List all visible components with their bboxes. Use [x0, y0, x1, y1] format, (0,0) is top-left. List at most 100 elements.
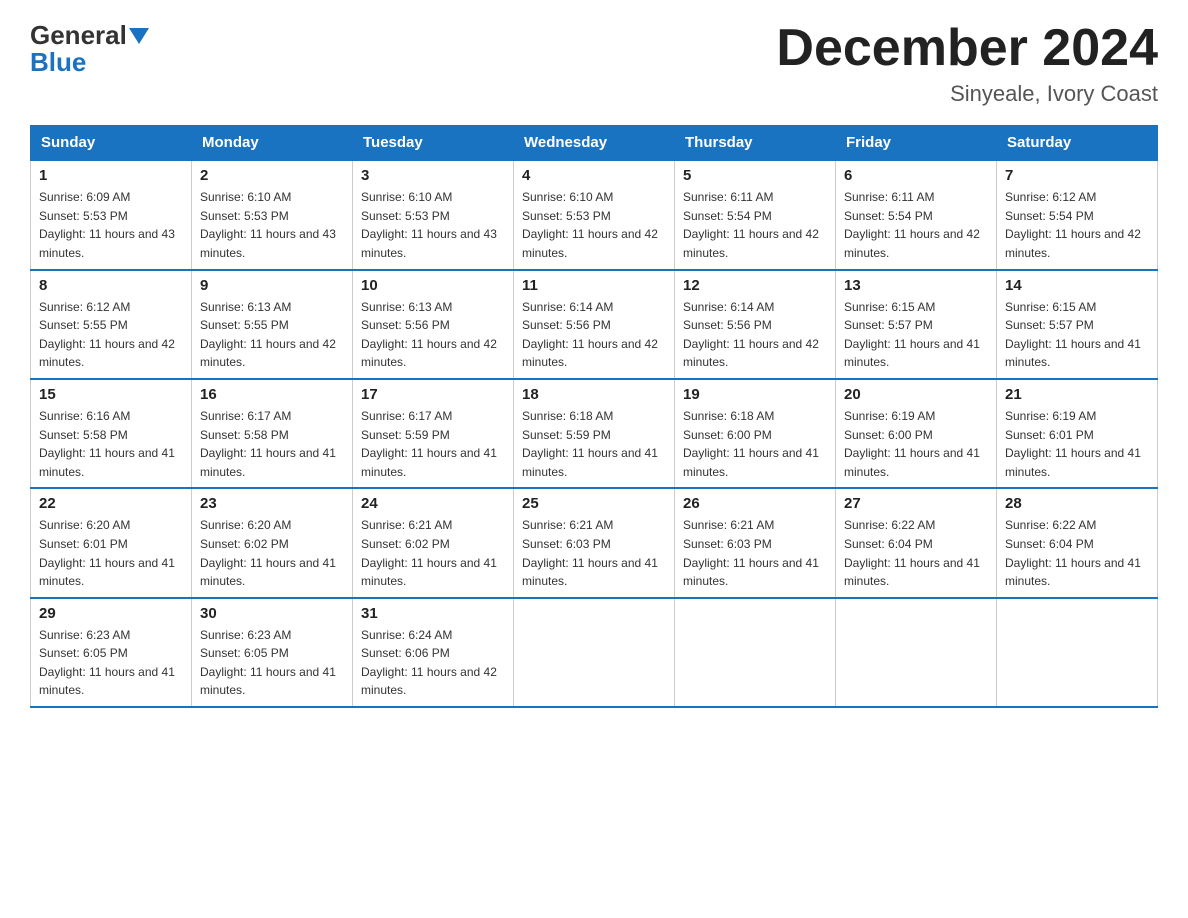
day-info: Sunrise: 6:22 AMSunset: 6:04 PMDaylight:… — [844, 516, 988, 590]
calendar-day-cell: 21 Sunrise: 6:19 AMSunset: 6:01 PMDaylig… — [997, 379, 1158, 488]
calendar-empty-cell — [997, 598, 1158, 707]
day-info: Sunrise: 6:18 AMSunset: 5:59 PMDaylight:… — [522, 407, 666, 481]
page-header: General Blue December 2024 Sinyeale, Ivo… — [30, 20, 1158, 107]
calendar-day-cell: 7 Sunrise: 6:12 AMSunset: 5:54 PMDayligh… — [997, 160, 1158, 269]
day-number: 13 — [844, 277, 988, 294]
calendar-day-cell: 3 Sunrise: 6:10 AMSunset: 5:53 PMDayligh… — [353, 160, 514, 269]
day-number: 28 — [1005, 495, 1149, 512]
logo-blue-text: Blue — [30, 47, 86, 78]
calendar-day-cell: 12 Sunrise: 6:14 AMSunset: 5:56 PMDaylig… — [675, 270, 836, 379]
day-number: 14 — [1005, 277, 1149, 294]
calendar-day-cell: 18 Sunrise: 6:18 AMSunset: 5:59 PMDaylig… — [514, 379, 675, 488]
calendar-week-row: 29 Sunrise: 6:23 AMSunset: 6:05 PMDaylig… — [31, 598, 1158, 707]
day-info: Sunrise: 6:23 AMSunset: 6:05 PMDaylight:… — [200, 626, 344, 700]
day-info: Sunrise: 6:19 AMSunset: 6:01 PMDaylight:… — [1005, 407, 1149, 481]
day-number: 10 — [361, 277, 505, 294]
page-subtitle: Sinyeale, Ivory Coast — [776, 81, 1158, 107]
calendar-day-cell: 23 Sunrise: 6:20 AMSunset: 6:02 PMDaylig… — [192, 488, 353, 597]
day-info: Sunrise: 6:11 AMSunset: 5:54 PMDaylight:… — [683, 188, 827, 262]
day-info: Sunrise: 6:16 AMSunset: 5:58 PMDaylight:… — [39, 407, 183, 481]
title-block: December 2024 Sinyeale, Ivory Coast — [776, 20, 1158, 107]
day-info: Sunrise: 6:21 AMSunset: 6:03 PMDaylight:… — [683, 516, 827, 590]
calendar-day-cell: 16 Sunrise: 6:17 AMSunset: 5:58 PMDaylig… — [192, 379, 353, 488]
calendar-header-thursday: Thursday — [675, 126, 836, 161]
day-number: 29 — [39, 605, 183, 622]
calendar-table: SundayMondayTuesdayWednesdayThursdayFrid… — [30, 125, 1158, 708]
calendar-day-cell: 9 Sunrise: 6:13 AMSunset: 5:55 PMDayligh… — [192, 270, 353, 379]
calendar-day-cell: 28 Sunrise: 6:22 AMSunset: 6:04 PMDaylig… — [997, 488, 1158, 597]
day-info: Sunrise: 6:17 AMSunset: 5:59 PMDaylight:… — [361, 407, 505, 481]
calendar-day-cell: 26 Sunrise: 6:21 AMSunset: 6:03 PMDaylig… — [675, 488, 836, 597]
day-number: 3 — [361, 167, 505, 184]
day-info: Sunrise: 6:09 AMSunset: 5:53 PMDaylight:… — [39, 188, 183, 262]
calendar-day-cell: 8 Sunrise: 6:12 AMSunset: 5:55 PMDayligh… — [31, 270, 192, 379]
calendar-day-cell: 11 Sunrise: 6:14 AMSunset: 5:56 PMDaylig… — [514, 270, 675, 379]
day-number: 1 — [39, 167, 183, 184]
calendar-day-cell: 4 Sunrise: 6:10 AMSunset: 5:53 PMDayligh… — [514, 160, 675, 269]
day-number: 7 — [1005, 167, 1149, 184]
day-info: Sunrise: 6:24 AMSunset: 6:06 PMDaylight:… — [361, 626, 505, 700]
calendar-week-row: 15 Sunrise: 6:16 AMSunset: 5:58 PMDaylig… — [31, 379, 1158, 488]
calendar-day-cell: 25 Sunrise: 6:21 AMSunset: 6:03 PMDaylig… — [514, 488, 675, 597]
day-number: 26 — [683, 495, 827, 512]
calendar-day-cell: 5 Sunrise: 6:11 AMSunset: 5:54 PMDayligh… — [675, 160, 836, 269]
day-info: Sunrise: 6:15 AMSunset: 5:57 PMDaylight:… — [844, 298, 988, 372]
calendar-header-tuesday: Tuesday — [353, 126, 514, 161]
calendar-day-cell: 2 Sunrise: 6:10 AMSunset: 5:53 PMDayligh… — [192, 160, 353, 269]
calendar-empty-cell — [514, 598, 675, 707]
day-info: Sunrise: 6:23 AMSunset: 6:05 PMDaylight:… — [39, 626, 183, 700]
day-info: Sunrise: 6:12 AMSunset: 5:54 PMDaylight:… — [1005, 188, 1149, 262]
calendar-day-cell: 20 Sunrise: 6:19 AMSunset: 6:00 PMDaylig… — [836, 379, 997, 488]
day-info: Sunrise: 6:20 AMSunset: 6:02 PMDaylight:… — [200, 516, 344, 590]
day-info: Sunrise: 6:10 AMSunset: 5:53 PMDaylight:… — [200, 188, 344, 262]
day-number: 30 — [200, 605, 344, 622]
day-number: 25 — [522, 495, 666, 512]
day-info: Sunrise: 6:13 AMSunset: 5:55 PMDaylight:… — [200, 298, 344, 372]
calendar-week-row: 8 Sunrise: 6:12 AMSunset: 5:55 PMDayligh… — [31, 270, 1158, 379]
day-number: 21 — [1005, 386, 1149, 403]
day-info: Sunrise: 6:10 AMSunset: 5:53 PMDaylight:… — [522, 188, 666, 262]
day-number: 2 — [200, 167, 344, 184]
calendar-day-cell: 29 Sunrise: 6:23 AMSunset: 6:05 PMDaylig… — [31, 598, 192, 707]
calendar-day-cell: 14 Sunrise: 6:15 AMSunset: 5:57 PMDaylig… — [997, 270, 1158, 379]
day-info: Sunrise: 6:19 AMSunset: 6:00 PMDaylight:… — [844, 407, 988, 481]
day-number: 8 — [39, 277, 183, 294]
day-info: Sunrise: 6:22 AMSunset: 6:04 PMDaylight:… — [1005, 516, 1149, 590]
day-number: 5 — [683, 167, 827, 184]
day-number: 17 — [361, 386, 505, 403]
logo: General Blue — [30, 20, 151, 78]
page-title: December 2024 — [776, 20, 1158, 77]
day-info: Sunrise: 6:21 AMSunset: 6:03 PMDaylight:… — [522, 516, 666, 590]
day-info: Sunrise: 6:13 AMSunset: 5:56 PMDaylight:… — [361, 298, 505, 372]
day-number: 27 — [844, 495, 988, 512]
calendar-day-cell: 31 Sunrise: 6:24 AMSunset: 6:06 PMDaylig… — [353, 598, 514, 707]
day-info: Sunrise: 6:15 AMSunset: 5:57 PMDaylight:… — [1005, 298, 1149, 372]
calendar-header-friday: Friday — [836, 126, 997, 161]
day-number: 11 — [522, 277, 666, 294]
calendar-header-row: SundayMondayTuesdayWednesdayThursdayFrid… — [31, 126, 1158, 161]
calendar-day-cell: 19 Sunrise: 6:18 AMSunset: 6:00 PMDaylig… — [675, 379, 836, 488]
calendar-header-wednesday: Wednesday — [514, 126, 675, 161]
day-info: Sunrise: 6:17 AMSunset: 5:58 PMDaylight:… — [200, 407, 344, 481]
day-number: 9 — [200, 277, 344, 294]
calendar-day-cell: 24 Sunrise: 6:21 AMSunset: 6:02 PMDaylig… — [353, 488, 514, 597]
calendar-header-monday: Monday — [192, 126, 353, 161]
calendar-day-cell: 1 Sunrise: 6:09 AMSunset: 5:53 PMDayligh… — [31, 160, 192, 269]
calendar-day-cell: 17 Sunrise: 6:17 AMSunset: 5:59 PMDaylig… — [353, 379, 514, 488]
day-number: 20 — [844, 386, 988, 403]
calendar-empty-cell — [675, 598, 836, 707]
calendar-header-sunday: Sunday — [31, 126, 192, 161]
calendar-day-cell: 10 Sunrise: 6:13 AMSunset: 5:56 PMDaylig… — [353, 270, 514, 379]
day-info: Sunrise: 6:20 AMSunset: 6:01 PMDaylight:… — [39, 516, 183, 590]
calendar-day-cell: 6 Sunrise: 6:11 AMSunset: 5:54 PMDayligh… — [836, 160, 997, 269]
day-info: Sunrise: 6:21 AMSunset: 6:02 PMDaylight:… — [361, 516, 505, 590]
day-number: 16 — [200, 386, 344, 403]
day-number: 22 — [39, 495, 183, 512]
day-info: Sunrise: 6:12 AMSunset: 5:55 PMDaylight:… — [39, 298, 183, 372]
day-number: 12 — [683, 277, 827, 294]
day-number: 19 — [683, 386, 827, 403]
day-number: 23 — [200, 495, 344, 512]
day-info: Sunrise: 6:14 AMSunset: 5:56 PMDaylight:… — [522, 298, 666, 372]
day-info: Sunrise: 6:14 AMSunset: 5:56 PMDaylight:… — [683, 298, 827, 372]
day-number: 15 — [39, 386, 183, 403]
